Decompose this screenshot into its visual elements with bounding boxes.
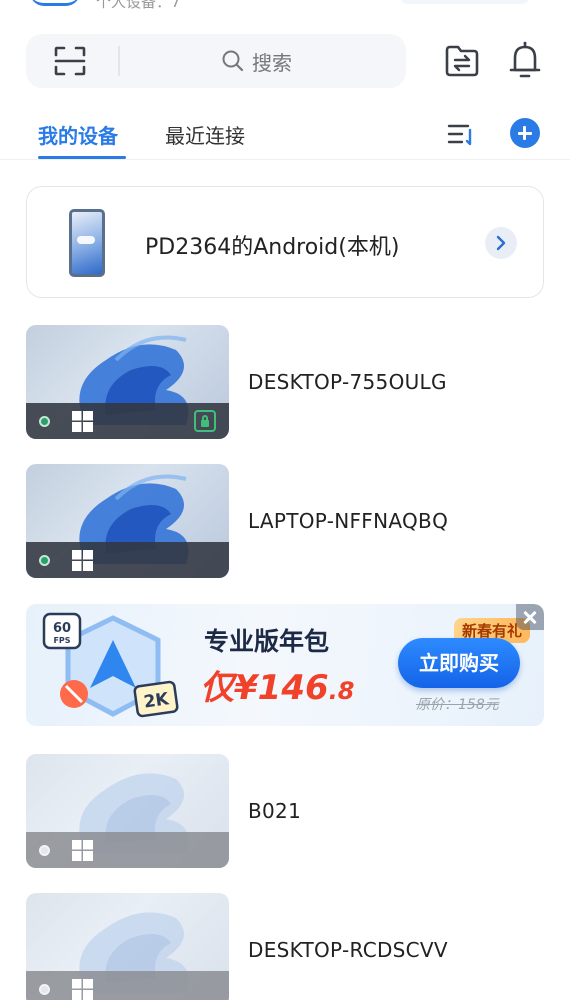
windows-icon <box>72 550 93 571</box>
device-thumbnail <box>26 893 229 1000</box>
device-name: B021 <box>248 799 302 823</box>
original-price: 原价：158元 <box>416 697 499 713</box>
promo-illustration: 60 FPS 2K <box>42 612 179 718</box>
windows-icon <box>72 411 93 432</box>
thumbnail-status-bar <box>26 832 229 868</box>
device-name: LAPTOP-NFFNAQBQ <box>248 509 449 533</box>
close-icon[interactable] <box>516 604 544 630</box>
lock-icon <box>194 410 216 432</box>
add-icon[interactable] <box>510 118 540 148</box>
sort-icon[interactable] <box>446 119 476 149</box>
device-row[interactable]: DESKTOP-755OULG <box>26 325 544 439</box>
device-thumbnail <box>26 754 229 868</box>
offline-status-dot <box>39 984 50 995</box>
device-row[interactable]: B021 <box>26 754 544 868</box>
device-name: DESKTOP-755OULG <box>248 370 447 394</box>
thumbnail-status-bar <box>26 542 229 578</box>
scan-icon[interactable] <box>54 46 86 76</box>
search-icon <box>222 50 244 72</box>
device-row[interactable]: LAPTOP-NFFNAQBQ <box>26 464 544 578</box>
resolution-badge: 2K <box>143 689 171 712</box>
offline-status-dot <box>39 845 50 856</box>
device-name: DESKTOP-RCDSCVV <box>248 938 448 962</box>
windows-icon <box>72 979 93 1000</box>
buy-now-button[interactable]: 立即购买 <box>398 638 520 688</box>
tab-my-devices[interactable]: 我的设备 <box>38 120 118 149</box>
search-input[interactable]: 搜索 <box>222 48 292 75</box>
device-tabs: 我的设备 最近连接 <box>0 110 570 160</box>
search-bar[interactable]: 搜索 <box>26 34 406 88</box>
back-arrow-icon[interactable] <box>30 0 80 6</box>
promo-banner[interactable]: 60 FPS 2K 专业版年包 仅¥146.8 新春有礼 立即购买 原价：158… <box>26 604 544 726</box>
active-tab-indicator <box>38 156 126 159</box>
device-count-label: 个人设备：7 <box>96 0 181 11</box>
folder-transfer-icon[interactable] <box>444 44 480 78</box>
device-thumbnail <box>26 464 229 578</box>
promo-price: 仅¥146.8 <box>200 668 355 708</box>
top-pill <box>400 0 530 4</box>
local-device-name: PD2364的Android(本机) <box>145 235 400 260</box>
online-status-dot <box>39 416 50 427</box>
online-status-dot <box>39 555 50 566</box>
device-row[interactable]: DESKTOP-RCDSCVV <box>26 893 544 1000</box>
promo-title: 专业版年包 <box>204 627 330 656</box>
search-placeholder: 搜索 <box>252 50 292 75</box>
fps-badge-value: 60 <box>53 621 71 636</box>
searchbar-divider <box>118 46 120 76</box>
local-device-card[interactable]: PD2364的Android(本机) <box>26 186 544 298</box>
thumbnail-status-bar <box>26 971 229 1000</box>
bell-icon[interactable] <box>507 40 543 80</box>
chevron-right-icon[interactable] <box>485 227 517 259</box>
fps-badge-unit: FPS <box>53 636 70 645</box>
device-thumbnail <box>26 325 229 439</box>
windows-icon <box>72 840 93 861</box>
thumbnail-status-bar <box>26 403 229 439</box>
phone-thumbnail <box>69 209 105 277</box>
top-cut-off-region: 个人设备：7 <box>0 0 570 14</box>
tab-recent-connections[interactable]: 最近连接 <box>165 120 245 149</box>
